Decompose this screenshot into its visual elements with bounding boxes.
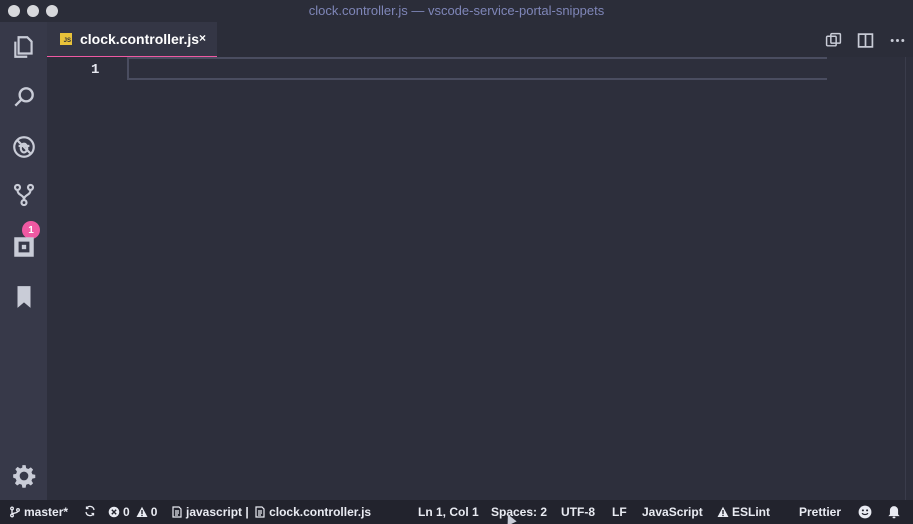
title-bar: clock.controller.js — vscode-service-por… bbox=[0, 0, 913, 22]
notifications-bell-icon[interactable] bbox=[887, 505, 904, 519]
split-editor-icon[interactable] bbox=[855, 30, 875, 50]
open-changes-icon[interactable] bbox=[823, 30, 843, 50]
vertical-scrollbar[interactable] bbox=[905, 57, 913, 500]
editor-tab-bar: JS clock.controller.js × bbox=[47, 22, 913, 57]
branch-status[interactable]: master* bbox=[9, 505, 68, 519]
js-file-icon: JS bbox=[60, 33, 72, 45]
language-mode[interactable]: JavaScript bbox=[642, 505, 703, 519]
bookmarks-icon[interactable] bbox=[6, 279, 41, 314]
activity-bar: 1 bbox=[0, 22, 47, 500]
encoding-status[interactable]: UTF-8 bbox=[561, 505, 595, 519]
tab-label: clock.controller.js bbox=[80, 31, 200, 47]
language-info: javascript | bbox=[186, 505, 253, 519]
extensions-icon[interactable] bbox=[6, 229, 41, 264]
prettier-status[interactable]: Prettier bbox=[799, 505, 841, 519]
explorer-icon[interactable] bbox=[6, 29, 41, 64]
sync-icon[interactable] bbox=[84, 505, 99, 517]
eslint-label: ESLint bbox=[732, 505, 770, 519]
code-editor[interactable]: 1 bbox=[47, 57, 913, 500]
tab-clock-controller[interactable]: JS clock.controller.js × bbox=[47, 22, 217, 57]
line-number: 1 bbox=[91, 62, 100, 78]
more-actions-icon[interactable] bbox=[887, 30, 907, 50]
warning-count: 0 bbox=[150, 505, 158, 519]
file-info-status[interactable]: javascript | clock.controller.js bbox=[171, 505, 371, 519]
status-bar: master* 0 0 javascript | clock.controlle… bbox=[0, 500, 913, 524]
eslint-status[interactable]: ESLint bbox=[717, 505, 770, 519]
settings-gear-icon[interactable] bbox=[6, 458, 41, 493]
cursor-position[interactable]: Ln 1, Col 1 bbox=[418, 505, 479, 519]
tab-close-icon[interactable]: × bbox=[199, 31, 206, 45]
search-icon[interactable] bbox=[6, 79, 41, 114]
indentation-status[interactable]: Spaces: 2 bbox=[491, 505, 547, 519]
source-control-icon[interactable] bbox=[6, 177, 41, 212]
file-name: clock.controller.js bbox=[269, 505, 372, 519]
error-count: 0 bbox=[123, 505, 130, 519]
current-line-highlight bbox=[127, 57, 827, 80]
debug-icon[interactable] bbox=[6, 129, 41, 164]
window-title: clock.controller.js — vscode-service-por… bbox=[308, 3, 605, 18]
eol-status[interactable]: LF bbox=[612, 505, 627, 519]
feedback-smiley-icon[interactable] bbox=[858, 505, 875, 519]
problems-status[interactable]: 0 0 bbox=[108, 505, 157, 519]
branch-name: master* bbox=[24, 505, 69, 519]
